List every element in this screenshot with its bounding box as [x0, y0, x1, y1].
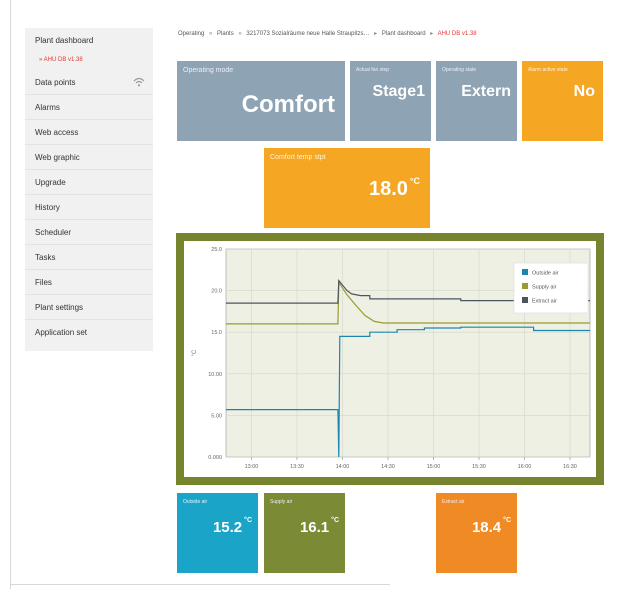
sidebar-item-label: Application set	[35, 328, 88, 337]
legend-label: Outside air	[532, 271, 559, 277]
breadcrumb-item-plant-dashboard[interactable]: Plant dashboard	[382, 31, 426, 37]
sidebar-item-label: Data points	[35, 78, 76, 87]
outside-air-unit: °C	[244, 517, 252, 524]
sidebar-item-application-set[interactable]: Application set	[25, 320, 153, 345]
operating-mode-label: Operating mode	[183, 67, 234, 74]
extract-air-tile[interactable]: Extract air 18.4 °C	[436, 493, 517, 573]
sidebar-item-label: Tasks	[35, 253, 56, 262]
x-tick-label: 13:00	[245, 464, 259, 470]
comfort-setpoint-unit: °C	[409, 176, 420, 186]
breadcrumb-separator: ▸	[374, 31, 378, 37]
sidebar-item-label: Upgrade	[35, 178, 66, 187]
sidebar-item-web-graphic[interactable]: Web graphic	[25, 145, 153, 170]
supply-air-value: 16.1	[299, 519, 330, 536]
legend-swatch	[522, 269, 528, 275]
sidebar-item-plant-settings[interactable]: Plant settings	[25, 295, 153, 320]
comfort-setpoint-tile[interactable]: Comfort temp stpt 18.0 °C	[264, 148, 430, 228]
sidebar-item-data-points[interactable]: Data points	[25, 70, 153, 95]
alarm-state-label: Alarm active state	[528, 67, 568, 73]
outside-air-label: Outside air	[183, 499, 208, 505]
legend-swatch	[522, 297, 528, 303]
x-tick-label: 15:00	[427, 464, 441, 470]
breadcrumb-separator: »	[238, 31, 242, 37]
breadcrumb-separator: »	[209, 31, 213, 37]
trend-chart[interactable]: 0.000 5.00 10.00 15.0 20.0 25.0 13:00 13:30 14:0…	[184, 241, 596, 477]
sidebar-item-files[interactable]: Files	[25, 270, 153, 295]
extract-air-reading: 18.4 °C	[471, 517, 511, 536]
sidebar-item-label: Plant dashboard	[35, 36, 94, 45]
fan-step-value: Stage1	[372, 83, 425, 100]
y-tick-label: 5.00	[211, 413, 222, 419]
sidebar-item-label: History	[35, 203, 60, 212]
sidebar: Plant dashboard » AHU DB v1.38 Data poin…	[25, 28, 153, 351]
sidebar-item-label: Alarms	[35, 103, 60, 112]
sidebar-item-history[interactable]: History	[25, 195, 153, 220]
comfort-setpoint-reading: 18.0 °C	[368, 176, 420, 201]
sidebar-item-alarms[interactable]: Alarms	[25, 95, 153, 120]
sidebar-item-label: Plant settings	[35, 303, 84, 312]
operating-state-label: Operating state	[442, 67, 477, 73]
extract-air-value: 18.4	[471, 519, 502, 536]
sidebar-item-label: Web access	[35, 128, 79, 137]
sidebar-item-tasks[interactable]: Tasks	[25, 245, 153, 270]
operating-state-value: Extern	[461, 83, 511, 100]
page-border-left	[10, 0, 11, 589]
wifi-icon	[133, 77, 145, 87]
sidebar-item-upgrade[interactable]: Upgrade	[25, 170, 153, 195]
breadcrumb: Operating » Plants » 3217073 Sozialräume…	[178, 30, 480, 37]
alarm-state-value: No	[573, 83, 595, 100]
supply-air-tile[interactable]: Supply air 16.1 °C	[264, 493, 345, 573]
supply-air-reading: 16.1 °C	[299, 517, 339, 536]
supply-air-label: Supply air	[270, 499, 293, 505]
extract-air-label: Extract air	[442, 499, 465, 505]
fan-step-label: Actual fan step	[356, 67, 390, 73]
sidebar-item-plant-dashboard[interactable]: Plant dashboard	[25, 28, 153, 55]
fan-step-tile[interactable]: Actual fan step Stage1	[350, 61, 431, 141]
x-tick-label: 15:30	[472, 464, 486, 470]
x-tick-label: 14:30	[381, 464, 395, 470]
breadcrumb-item-operating[interactable]: Operating	[178, 31, 204, 37]
x-tick-label: 16:00	[518, 464, 532, 470]
sidebar-item-label: Web graphic	[35, 153, 80, 162]
y-axis-label: °C	[192, 349, 198, 356]
legend-swatch	[522, 283, 528, 289]
x-tick-label: 13:30	[290, 464, 304, 470]
comfort-setpoint-value: 18.0	[368, 178, 408, 200]
y-tick-label: 0.000	[208, 455, 222, 461]
operating-state-tile[interactable]: Operating state Extern	[436, 61, 517, 141]
y-tick-label: 10.00	[208, 372, 222, 378]
sidebar-subitem-ahu[interactable]: » AHU DB v1.38	[39, 56, 83, 64]
operating-mode-value: Comfort	[241, 91, 335, 118]
trend-chart-panel: 0.000 5.00 10.00 15.0 20.0 25.0 13:00 13:30 14:0…	[176, 233, 604, 485]
page-border-bottom	[10, 584, 390, 585]
alarm-state-tile[interactable]: Alarm active state No	[522, 61, 603, 141]
sidebar-item-label: Scheduler	[35, 228, 72, 237]
legend-label: Supply air	[532, 285, 557, 291]
sidebar-item-label: Files	[35, 278, 52, 287]
x-tick-label: 16:30	[563, 464, 577, 470]
breadcrumb-separator: ▸	[430, 31, 434, 37]
outside-air-value: 15.2	[212, 519, 243, 536]
breadcrumb-item-plants[interactable]: Plants	[217, 31, 234, 37]
outside-air-reading: 15.2 °C	[212, 517, 252, 536]
extract-air-unit: °C	[503, 517, 511, 524]
sidebar-item-web-access[interactable]: Web access	[25, 120, 153, 145]
y-tick-label: 20.0	[211, 289, 222, 295]
x-tick-label: 14:00	[336, 464, 350, 470]
supply-air-unit: °C	[331, 517, 339, 524]
sidebar-item-scheduler[interactable]: Scheduler	[25, 220, 153, 245]
operating-mode-tile[interactable]: Operating mode Comfort	[177, 61, 345, 141]
legend-label: Extract air	[532, 299, 557, 305]
y-tick-label: 15.0	[211, 330, 222, 336]
outside-air-tile[interactable]: Outside air 15.2 °C	[177, 493, 258, 573]
breadcrumb-item-plant[interactable]: 3217073 Sozialräume neue Halle Straupitz…	[246, 31, 369, 37]
comfort-setpoint-label: Comfort temp stpt	[270, 154, 326, 161]
breadcrumb-item-current: AHU DB v1.38	[437, 31, 477, 37]
y-tick-label: 25.0	[211, 247, 222, 253]
trend-chart-area[interactable]: 0.000 5.00 10.00 15.0 20.0 25.0 13:00 13:30 14:0…	[184, 241, 596, 477]
